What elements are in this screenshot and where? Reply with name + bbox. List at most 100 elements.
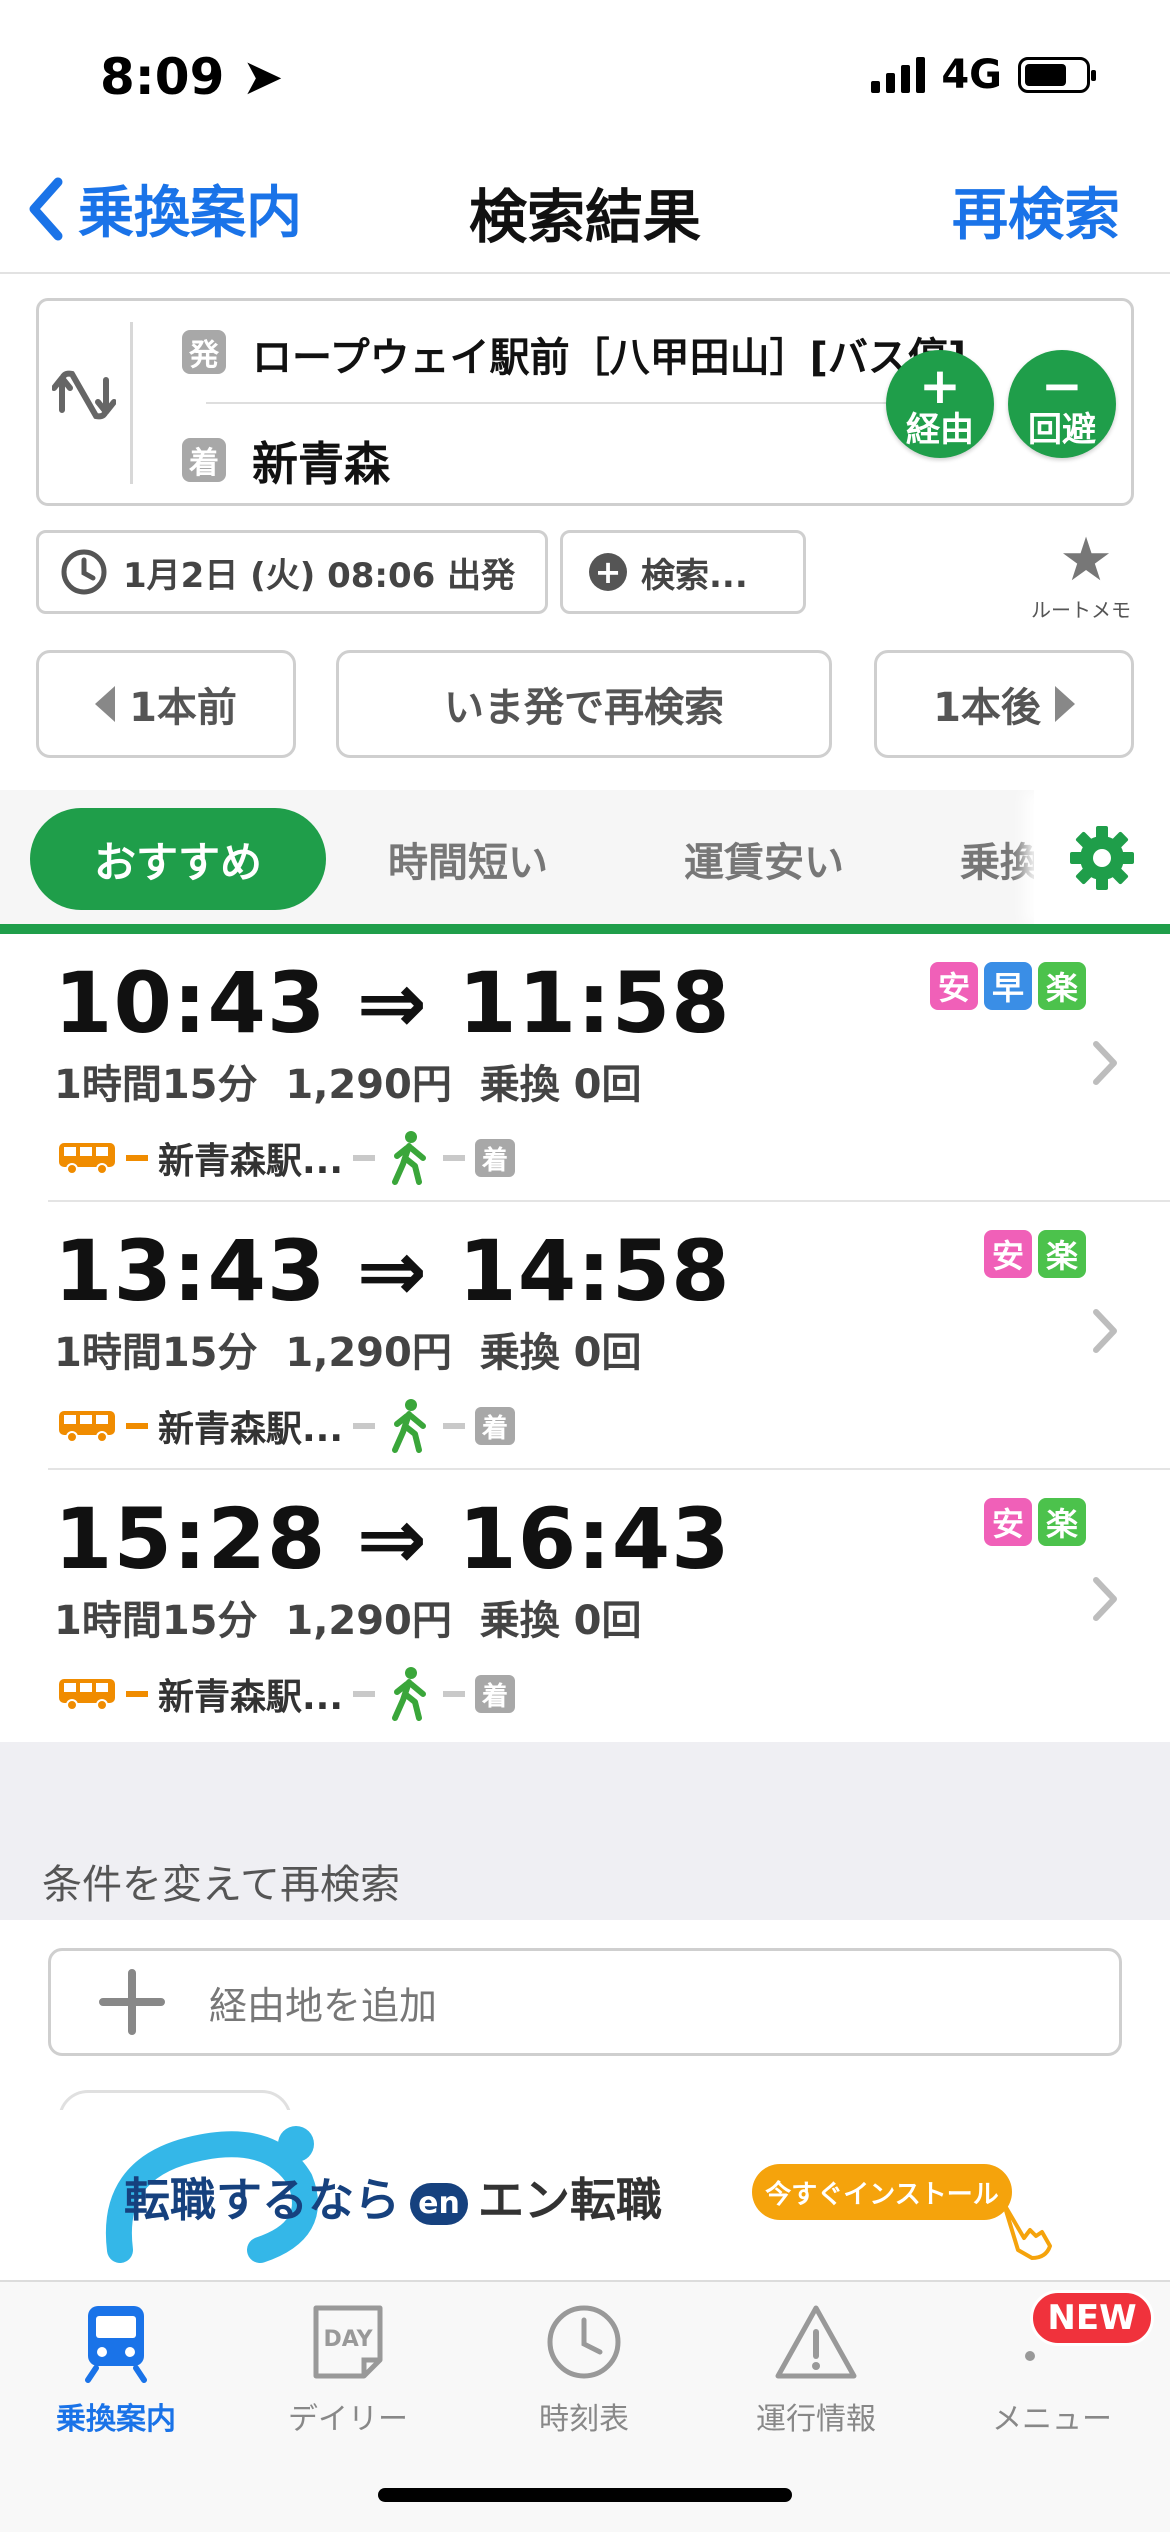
tabbar-label: 運行情報 [756,2402,876,2437]
triangle-left-icon [95,686,116,722]
previous-train-label: 1本前 [129,685,237,731]
chevron-right-icon [1093,1577,1117,1621]
bus-icon [59,1143,115,1175]
bus-leg-line [126,1423,148,1429]
sort-settings-button[interactable] [1034,790,1170,926]
minus-icon: − [1041,357,1083,415]
route-result-1[interactable]: 10:43 ⇒ 11:58 安 早 楽 1時間15分 1,290円 乗換 0回 … [0,934,1170,1202]
badge-cheap: 安 [984,1498,1032,1546]
search-options-label: 検索... [641,555,748,596]
status-indicators: 4G [871,52,1096,98]
train-icon [85,2306,147,2383]
new-badge: NEW [1030,2290,1154,2346]
next-train-button[interactable]: 1本後 [874,650,1134,758]
result-meta: 1時間15分 1,290円 乗換 0回 [54,1320,642,1378]
badge-fast: 早 [984,962,1032,1010]
triangle-right-icon [1054,686,1075,722]
tabbar-label: デイリー [288,2402,408,2437]
status-time: 8:09 ➤ [100,48,284,106]
walk-leg-line [443,1155,466,1161]
tab-recommended[interactable]: おすすめ [30,808,326,910]
chevron-right-icon [1093,1041,1117,1085]
tab-cheapest[interactable]: 運賃安い [684,830,844,888]
plus-icon [99,1969,165,2035]
badge-easy: 楽 [1038,1498,1086,1546]
result-duration: 1時間15分 [54,1598,258,1644]
back-label: 乗換案内 [78,181,302,246]
route-divider-horizontal [206,402,926,404]
arrival-chip: 着 [475,1139,516,1177]
route-memo-label: ルートメモ [1031,598,1131,622]
network-type: 4G [941,52,1002,98]
arrival-chip: 着 [475,1407,516,1445]
clock-icon [61,549,107,595]
departure-chip: 発 [182,330,226,374]
tabbar-transit[interactable]: 乗換案内 [16,2300,216,2438]
walk-leg-line [443,1691,466,1697]
result-transfers: 乗換 0回 [479,1062,642,1108]
swap-icon[interactable] [52,360,116,430]
walk-leg-line [353,1423,376,1429]
result-legs: 新青森駅... 着 [58,1398,516,1454]
ad-headline: 転職するなら en エン転職 [124,2164,662,2230]
route-result-2[interactable]: 13:43 ⇒ 14:58 安 楽 1時間15分 1,290円 乗換 0回 新青… [0,1202,1170,1470]
route-result-3[interactable]: 15:28 ⇒ 16:43 安 楽 1時間15分 1,290円 乗換 0回 新青… [0,1470,1170,1738]
route-memo-button[interactable]: ★ ルートメモ [1031,525,1134,623]
tabs-underline [0,924,1170,934]
result-meta: 1時間15分 1,290円 乗換 0回 [54,1588,642,1646]
signal-icon [871,57,926,93]
route-divider-vertical [130,322,133,484]
result-meta: 1時間15分 1,290円 乗換 0回 [54,1052,642,1110]
add-via-button[interactable]: + 経由 [886,350,994,458]
avoid-button[interactable]: − 回避 [1008,350,1116,458]
tabbar-timetable[interactable]: 時刻表 [484,2300,684,2438]
chevron-right-icon [1093,1309,1117,1353]
result-badges: 安 楽 [984,1230,1086,1278]
result-times: 15:28 ⇒ 16:43 [54,1490,731,1588]
result-times: 10:43 ⇒ 11:58 [54,954,731,1052]
ad-banner[interactable]: 転職するなら en エン転職 今すぐインストール [0,2110,1170,2280]
tabbar-service-info[interactable]: 運行情報 [716,2300,916,2438]
clock-icon [547,2305,621,2379]
arrival-chip: 着 [182,438,226,482]
datetime-selector[interactable]: 1月2日 (火) 08:06 出発 [36,530,548,614]
walk-icon [392,1131,427,1185]
bus-leg-line [126,1155,148,1161]
datetime-label: 1月2日 (火) 08:06 出発 [123,555,516,596]
home-indicator [378,2488,792,2502]
research-button[interactable]: 再検索 [952,170,1120,251]
bus-icon [59,1411,115,1443]
tabbar-label: 乗換案内 [56,2402,176,2437]
result-times: 13:43 ⇒ 14:58 [54,1222,731,1320]
tabbar-label: 時刻表 [539,2402,629,2437]
add-via-label: 経由地を追加 [209,1983,438,2028]
tab-fewest-transfers[interactable]: 乗換 [960,830,1036,888]
bus-leg-line [126,1691,148,1697]
ad-install-button[interactable]: 今すぐインストール [752,2164,1012,2220]
arrival-station[interactable]: 新青森 [252,428,390,494]
tabbar-daily[interactable]: DAY デイリー [248,2300,448,2438]
star-icon: ★ [1059,525,1113,595]
result-badges: 安 早 楽 [930,962,1086,1010]
search-now-button[interactable]: いま発で再検索 [336,650,832,758]
result-destination-station: 新青森駅... [158,1141,344,1182]
result-fare: 1,290円 [285,1330,452,1376]
via-label: 経由 [906,410,974,450]
tabbar-label: メニュー [992,2402,1112,2437]
search-options-button[interactable]: + 検索... [560,530,806,614]
badge-easy: 楽 [1038,1230,1086,1278]
add-via-point-button[interactable]: 経由地を追加 [48,1948,1122,2056]
avoid-label: 回避 [1028,410,1096,450]
chevron-left-icon [29,177,63,240]
plus-circle-icon: + [589,553,627,591]
warning-icon [775,2305,857,2379]
ad-brand: エン転職 [478,2173,662,2227]
back-button[interactable]: 乗換案内 [24,168,302,249]
ad-logo-mark: en [410,2182,468,2225]
result-destination-station: 新青森駅... [158,1677,344,1718]
nav-divider [0,272,1170,274]
badge-cheap: 安 [930,962,978,1010]
departure-station[interactable]: ロープウェイ駅前［八甲田山］[バス停] [252,325,982,383]
tab-shortest-time[interactable]: 時間短い [388,830,548,888]
previous-train-button[interactable]: 1本前 [36,650,296,758]
